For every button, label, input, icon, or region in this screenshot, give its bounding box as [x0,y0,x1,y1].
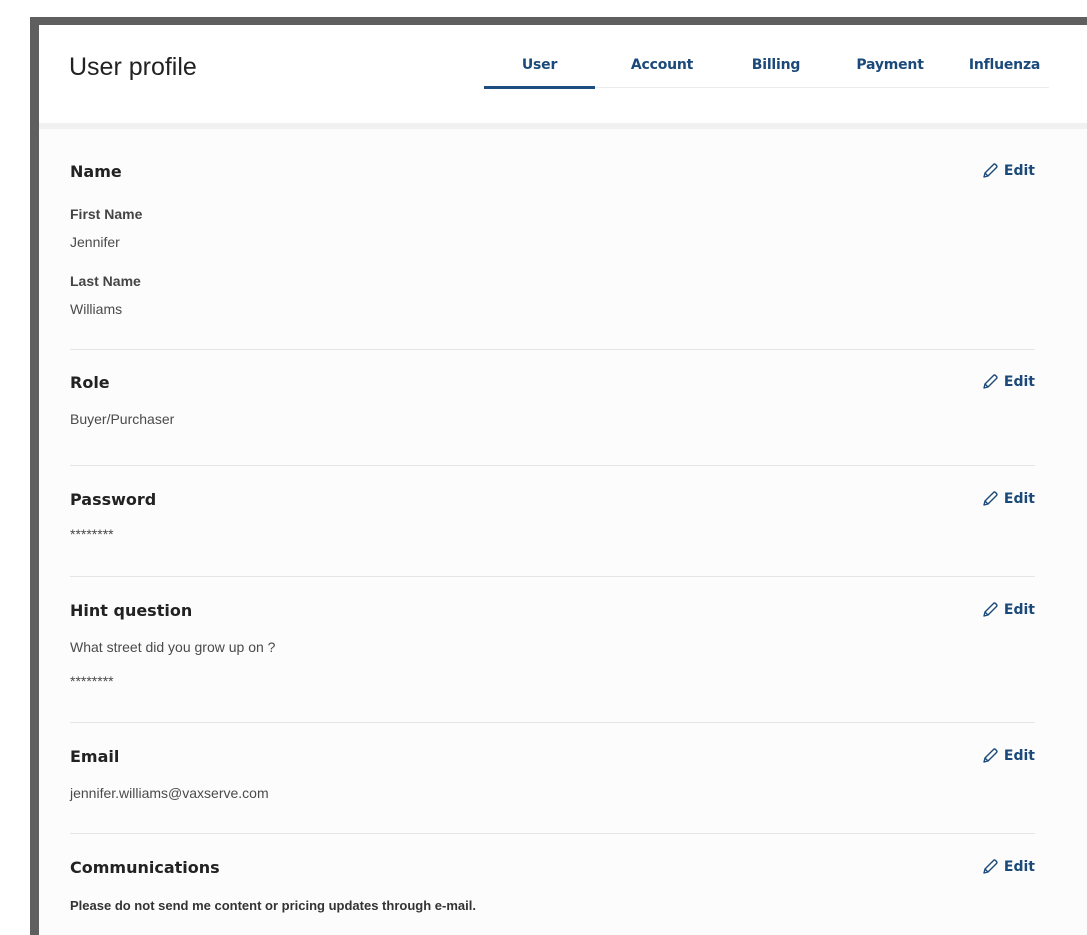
hint-question-section: Hint question Edit What street did you g… [70,601,1035,731]
edit-label: Edit [1003,602,1035,618]
pencil-icon [981,162,999,180]
section-title-email: Email [70,747,120,766]
edit-email-button[interactable]: Edit [981,747,1035,765]
communications-section: Communications Edit Please do not send m… [70,858,1035,928]
page-title: User profile [69,53,197,81]
edit-label: Edit [1003,163,1035,179]
hint-answer-value: ******** [70,673,114,689]
email-section: Email Edit jennifer.williams@vaxserve.co… [70,747,1035,827]
section-title-communications: Communications [70,858,220,877]
section-title-hint: Hint question [70,601,193,620]
pencil-icon [981,373,999,391]
pencil-icon [981,601,999,619]
first-name-label: First Name [70,206,143,222]
edit-hint-button[interactable]: Edit [981,601,1035,619]
header-separator [39,123,1087,129]
divider [70,465,1035,466]
name-section: Name Edit First Name Jennifer Last Name … [70,162,1035,342]
edit-label: Edit [1003,491,1035,507]
role-value: Buyer/Purchaser [70,411,175,427]
edit-password-button[interactable]: Edit [981,490,1035,508]
password-value: ******** [70,526,114,542]
pencil-icon [981,490,999,508]
last-name-value: Williams [70,301,123,317]
section-title-name: Name [70,162,122,181]
edit-label: Edit [1003,748,1035,764]
tab-user[interactable]: User [484,57,595,89]
edit-label: Edit [1003,374,1035,390]
section-title-role: Role [70,373,110,392]
divider [70,349,1035,350]
tab-payment[interactable]: Payment [849,57,931,81]
edit-name-button[interactable]: Edit [981,162,1035,180]
role-section: Role Edit Buyer/Purchaser [70,373,1035,453]
profile-panel: User profile User Account Billing Paymen… [39,25,1087,935]
profile-tabs: User Account Billing Payment Influenza [484,50,1049,89]
section-title-password: Password [70,490,157,509]
divider [70,833,1035,834]
tab-influenza[interactable]: Influenza [962,57,1047,81]
divider [70,576,1035,577]
tab-account[interactable]: Account [621,57,703,81]
edit-role-button[interactable]: Edit [981,373,1035,391]
password-section: Password Edit ******** [70,490,1035,570]
edit-label: Edit [1003,859,1035,875]
profile-header: User profile User Account Billing Paymen… [39,25,1087,123]
communications-value: Please do not send me content or pricing… [70,898,476,913]
first-name-value: Jennifer [70,234,120,250]
email-value: jennifer.williams@vaxserve.com [70,785,269,801]
pencil-icon [981,858,999,876]
last-name-label: Last Name [70,273,141,289]
pencil-icon [981,747,999,765]
divider [70,722,1035,723]
tab-billing[interactable]: Billing [742,57,810,81]
edit-communications-button[interactable]: Edit [981,858,1035,876]
hint-question-value: What street did you grow up on ? [70,639,276,655]
